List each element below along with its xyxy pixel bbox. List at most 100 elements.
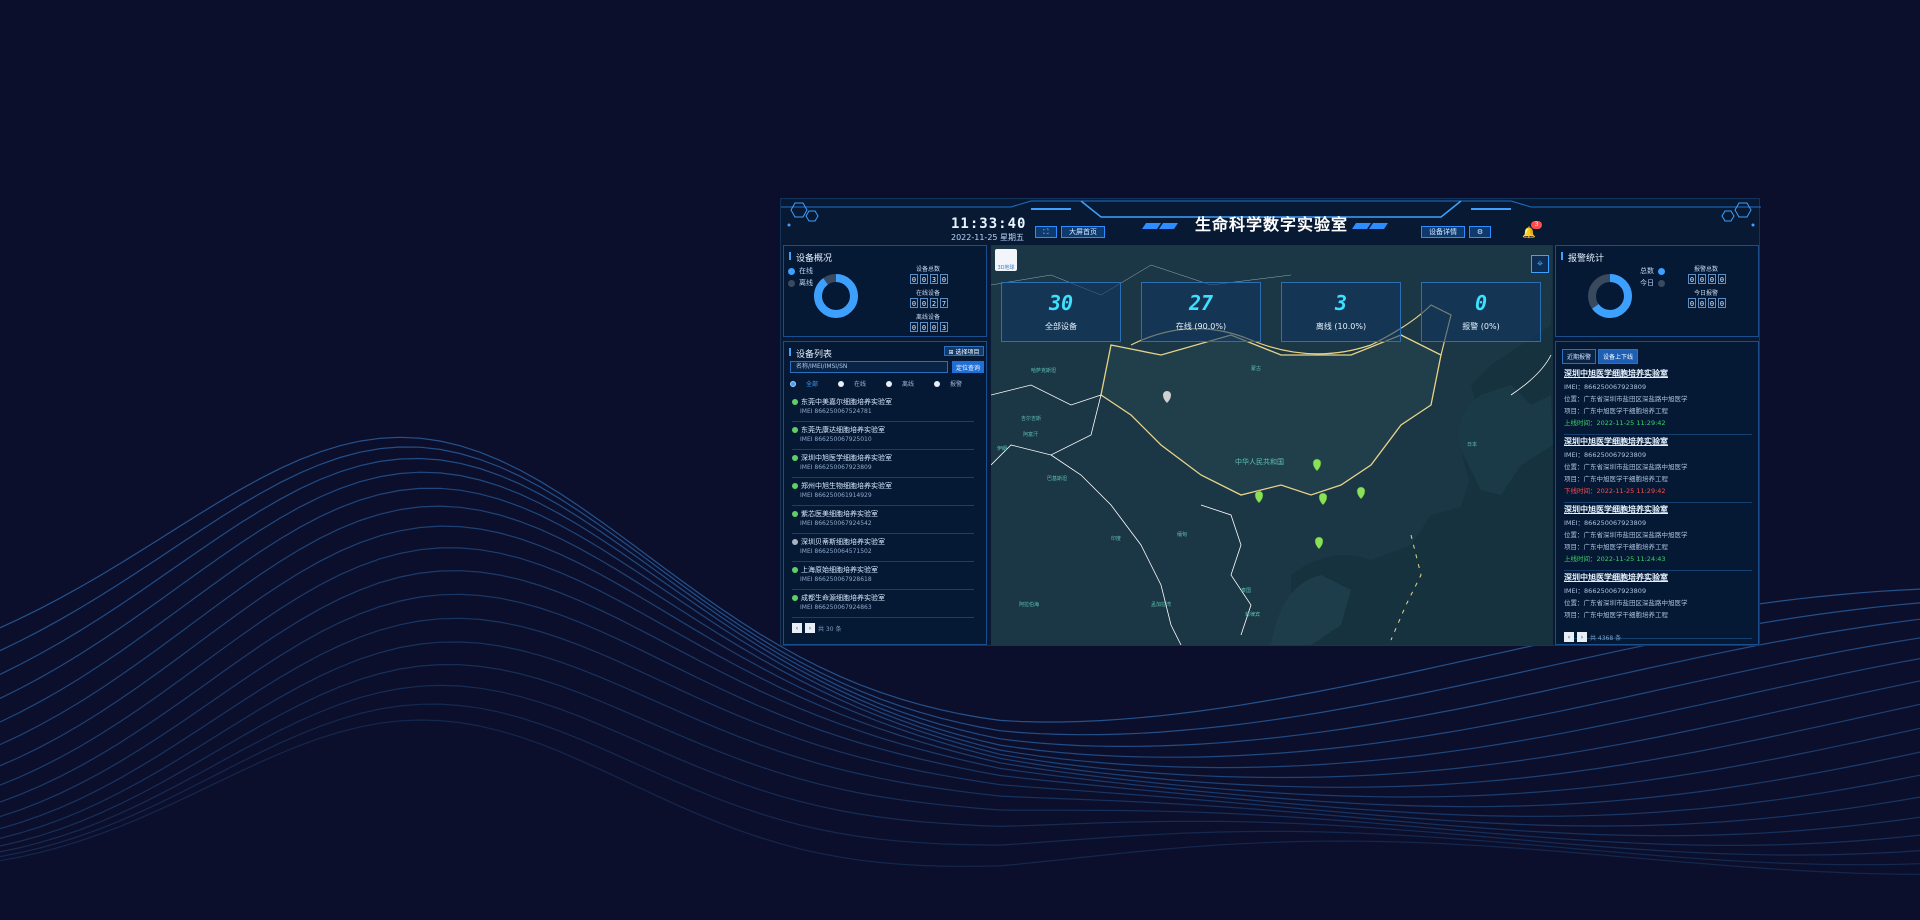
map-view[interactable]: 3D地球 ⌖ 30 全部设备 27 在线 (90.0%) 3 离线 (10.0%) 0 报警 … xyxy=(991,245,1553,645)
tab-recent-alarms[interactable]: 近期报警 xyxy=(1562,349,1597,364)
device-imei: IMEI 866250067524781 xyxy=(800,408,872,415)
tab-device-online-offline[interactable]: 设备上下线 xyxy=(1598,349,1639,364)
alarm-total-label: 报警总数 xyxy=(1693,266,1718,273)
select-project-button[interactable]: ⊞ 选择项目 xyxy=(944,346,984,356)
online-dot-icon xyxy=(788,267,795,275)
kpi-value: 0 xyxy=(1474,291,1488,315)
alarm-list-item[interactable]: 深圳中旭医学细胞培养实验室 IMEI：866250067923809 位置：广东省深… xyxy=(1564,570,1752,639)
map-label-bengal-bay: 孟加拉湾 xyxy=(1151,602,1172,608)
device-imei: IMEI 866250067923809 xyxy=(800,464,872,471)
prev-page-button[interactable]: ‹ xyxy=(792,623,802,633)
digit-box: 3 xyxy=(940,322,948,332)
device-imei: IMEI 866250067928618 xyxy=(800,576,872,583)
digit-box: 0 xyxy=(1718,274,1726,284)
kpi-card: 0 报警 (0%) xyxy=(1421,282,1541,342)
offline-dot-icon xyxy=(788,279,795,287)
alarm-list-item[interactable]: 深圳中旭医学细胞培养实验室 IMEI：866250067923809 位置：广东省深… xyxy=(1564,366,1752,435)
device-list-item[interactable]: 上海原始细胞培养实验室 IMEI 866250067928618 xyxy=(792,562,974,590)
alarm-list-item[interactable]: 深圳中旭医学细胞培养实验室 IMEI：866250067923809 位置：广东省深… xyxy=(1564,434,1752,503)
header-bar: 11:33:40 2022-11-25 星期五 生命科学数字实验室 ⛶ 大屏首页… xyxy=(781,199,1761,243)
digit-box: 0 xyxy=(910,298,918,308)
filter-label: 报警 xyxy=(950,381,963,388)
digit-box: 7 xyxy=(940,298,948,308)
filter-label: 离线 xyxy=(902,381,915,388)
filter-option[interactable]: 在线 xyxy=(838,379,876,388)
alarm-project: 项目：广东中旭医学干细胞培养工程 xyxy=(1564,611,1668,619)
alarm-location: 位置：广东省深圳市盐田区深盐路中旭医学 xyxy=(1564,531,1688,539)
digit-box: 0 xyxy=(920,322,928,332)
settings-button[interactable]: ⚙ xyxy=(1469,226,1491,238)
online-status-icon xyxy=(792,399,798,405)
filter-option[interactable]: 离线 xyxy=(886,379,924,388)
digit-box: 0 xyxy=(910,274,918,284)
kpi-label: 报警 (0%) xyxy=(1462,322,1500,331)
dashboard-window: 11:33:40 2022-11-25 星期五 生命科学数字实验室 ⛶ 大屏首页… xyxy=(780,198,1761,646)
alarm-next-page-button[interactable]: › xyxy=(1577,632,1587,642)
alarm-today-digits: 0000 xyxy=(1688,298,1728,308)
total-devices-digits: 0030 xyxy=(910,274,950,284)
alarm-list-total: 共 4368 条 xyxy=(1590,634,1622,642)
device-list-item[interactable]: 紫芯医美细胞培养实验室 IMEI 866250067924542 xyxy=(792,506,974,534)
next-page-button[interactable]: › xyxy=(805,623,815,633)
device-name: 上海原始细胞培养实验室 xyxy=(792,565,878,575)
device-overview-panel: 设备概况 在线 离线 设备总数 0030 在线设备 0027 离线设备 0003 xyxy=(783,245,987,337)
alarm-list-panel: 近期报警 设备上下线 深圳中旭医学细胞培养实验室 IMEI：86625006792… xyxy=(1555,341,1759,645)
filter-label: 在线 xyxy=(854,381,867,388)
kpi-card: 3 离线 (10.0%) xyxy=(1281,282,1401,342)
kpi-label: 在线 (90.0%) xyxy=(1175,322,1227,331)
device-detail-button[interactable]: 设备详情 xyxy=(1421,226,1465,238)
digit-box: 0 xyxy=(1708,298,1716,308)
wave-line xyxy=(0,663,1920,847)
total-devices-label: 设备总数 xyxy=(915,266,940,273)
alarm-imei: IMEI：866250067923809 xyxy=(1564,383,1647,391)
kpi-label: 离线 (10.0%) xyxy=(1315,322,1367,331)
map-locate-icon[interactable]: ⌖ xyxy=(1531,255,1549,273)
map-label-kyrgyz: 吉尔吉斯 xyxy=(1021,416,1042,422)
device-list-item[interactable]: 郑州中旭生物细胞培养实验室 IMEI 866250061914929 xyxy=(792,478,974,506)
device-name: 成都生命源细胞培养实验室 xyxy=(792,593,885,603)
device-list-item[interactable]: 东莞先康达细胞培养实验室 IMEI 866250067925010 xyxy=(792,422,974,450)
alarm-imei: IMEI：866250067923809 xyxy=(1564,451,1647,459)
clock-time: 11:33:40 xyxy=(951,216,1027,232)
alarm-list-pager: ‹ › 共 4368 条 xyxy=(1564,632,1621,642)
3d-earth-logo[interactable]: 3D地球 xyxy=(995,249,1017,271)
filter-option[interactable]: 报警 xyxy=(934,379,972,388)
map-label-kazakh: 哈萨克斯坦 xyxy=(1031,368,1057,374)
map-label-mongolia: 蒙古 xyxy=(1251,366,1262,372)
alarm-time: 上线时间：2022-11-25 11:24:43 xyxy=(1564,555,1666,563)
device-list-item[interactable]: 深圳贝蒂斯细胞培养实验室 IMEI 866250064571502 xyxy=(792,534,974,562)
alarm-title[interactable]: 深圳中旭医学细胞培养实验室 xyxy=(1564,572,1668,583)
alarm-project: 项目：广东中旭医学干细胞培养工程 xyxy=(1564,543,1668,551)
online-devices-digits: 0027 xyxy=(910,298,950,308)
alarm-title[interactable]: 深圳中旭医学细胞培养实验室 xyxy=(1564,436,1668,447)
map-label-pakistan: 巴基斯坦 xyxy=(1047,476,1068,482)
device-name-text: 成都生命源细胞培养实验室 xyxy=(801,594,885,602)
fullscreen-button[interactable]: ⛶ xyxy=(1035,226,1057,238)
online-status-icon xyxy=(792,427,798,433)
alarm-title[interactable]: 深圳中旭医学细胞培养实验室 xyxy=(1564,368,1668,379)
offline-devices-label: 离线设备 xyxy=(915,314,940,321)
alarm-list-item[interactable]: 深圳中旭医学细胞培养实验室 IMEI：866250067923809 位置：广东省深… xyxy=(1564,502,1752,571)
device-name-text: 上海原始细胞培养实验室 xyxy=(801,566,878,574)
radio-icon xyxy=(838,380,845,387)
device-list-item[interactable]: 东莞中美嘉尔细胞培养实验室 IMEI 866250067524781 xyxy=(792,394,974,422)
alarm-title[interactable]: 深圳中旭医学细胞培养实验室 xyxy=(1564,504,1668,515)
device-name-text: 郑州中旭生物细胞培养实验室 xyxy=(801,482,892,490)
alarm-prev-page-button[interactable]: ‹ xyxy=(1564,632,1574,642)
alarm-imei: IMEI：866250067923809 xyxy=(1564,519,1647,527)
device-name: 东莞中美嘉尔细胞培养实验室 xyxy=(792,397,892,407)
radio-icon xyxy=(790,380,796,387)
map-label-china: 中华人民共和国 xyxy=(1235,458,1284,466)
legend-today: 今日 xyxy=(1640,278,1669,288)
device-list-item[interactable]: 深圳中旭医学细胞培养实验室 IMEI 866250067923809 xyxy=(792,450,974,478)
filter-option[interactable]: 全部 xyxy=(790,379,828,388)
alarm-stats-panel: 报警统计 总数 今日 报警总数 0000 今日报警 0000 xyxy=(1555,245,1759,337)
locate-query-button[interactable]: 定位查询 xyxy=(952,361,984,373)
device-overview-donut xyxy=(814,274,858,318)
device-list-panel: 设备列表 ⊞ 选择项目 名称/IMEI/IMSI/SN 定位查询 全部 在线 离线 报… xyxy=(783,341,987,645)
device-search-input[interactable]: 名称/IMEI/IMSI/SN xyxy=(790,361,948,373)
device-name-text: 深圳贝蒂斯细胞培养实验室 xyxy=(801,538,885,546)
kpi-value: 27 xyxy=(1188,291,1214,315)
bigscreen-home-button[interactable]: 大屏首页 xyxy=(1061,226,1105,238)
device-list-item[interactable]: 成都生命源细胞培养实验室 IMEI 866250067924863 xyxy=(792,590,974,618)
